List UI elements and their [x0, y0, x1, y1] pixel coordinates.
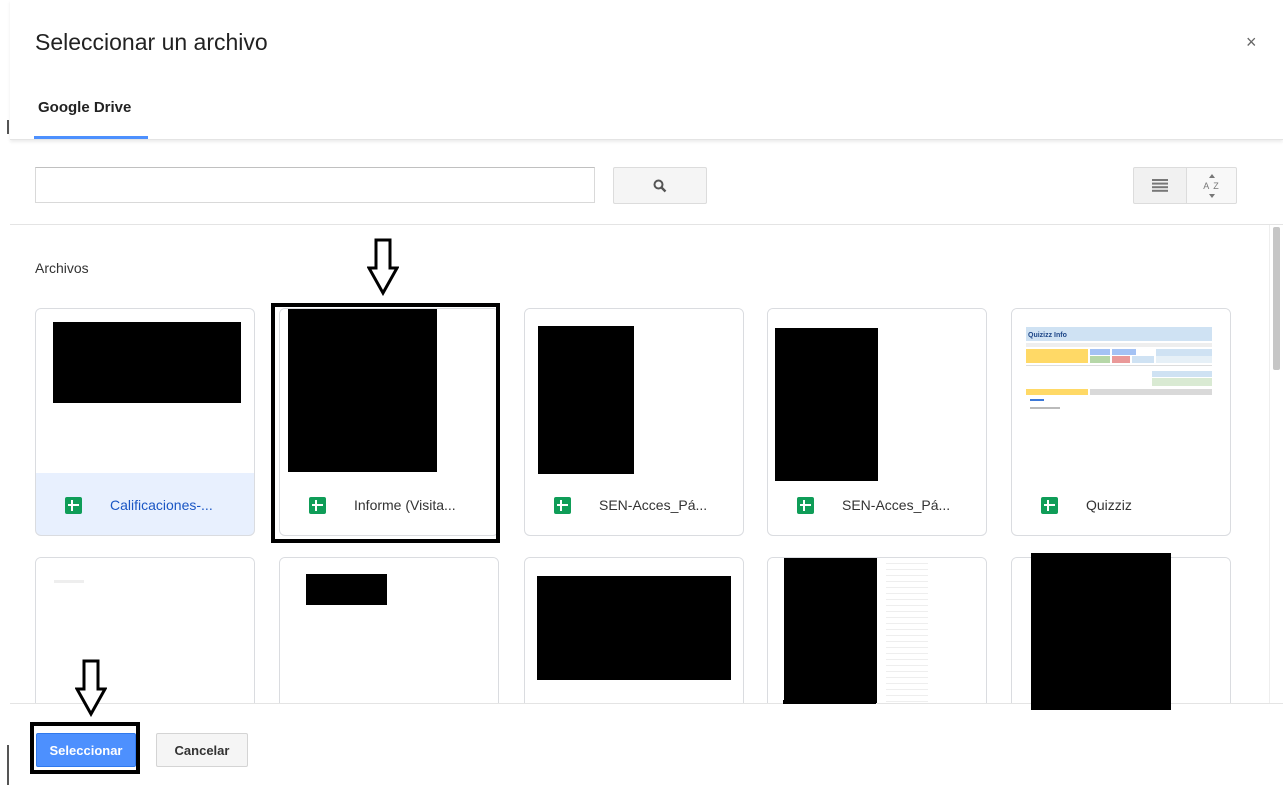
file-name: Informe (Visita... — [354, 497, 456, 513]
file-thumbnail — [525, 309, 743, 474]
redacted-thumbnail — [537, 576, 731, 680]
search-button[interactable] — [613, 167, 707, 204]
file-card[interactable]: Calificaciones-... — [35, 308, 255, 536]
file-card[interactable]: SEN-Acces_Pá... — [767, 308, 987, 536]
edge-mark — [7, 745, 9, 785]
file-name: SEN-Acces_Pá... — [599, 497, 708, 513]
file-card[interactable] — [524, 557, 744, 703]
redacted-thumbnail — [1031, 553, 1171, 710]
sort-button[interactable]: A Z — [1187, 167, 1237, 204]
file-card[interactable]: SEN-Acces_Pá... — [524, 308, 744, 536]
list-view-icon — [1152, 179, 1168, 192]
thumbnail-line — [54, 580, 84, 583]
file-picker-dialog: Seleccionar un archivo × Google Drive A … — [10, 0, 1283, 795]
search-icon — [653, 179, 667, 192]
file-thumbnail — [280, 309, 498, 473]
redacted-thumbnail — [784, 558, 877, 703]
tab-google-drive[interactable]: Google Drive — [38, 99, 131, 116]
file-card[interactable]: Informe (Visita... — [279, 308, 499, 536]
file-card[interactable] — [767, 557, 987, 703]
redacted-thumbnail — [288, 309, 437, 472]
file-card-footer: SEN-Acces_Pá... — [525, 473, 743, 535]
spreadsheet-preview: Quizizz Info — [1026, 327, 1212, 409]
sheets-icon — [1041, 496, 1058, 514]
file-name: Calificaciones-... — [110, 497, 213, 513]
scrollbar[interactable] — [1269, 225, 1283, 703]
file-thumbnail — [36, 558, 254, 703]
search-input[interactable] — [35, 167, 595, 203]
section-title: Archivos — [35, 260, 89, 276]
close-icon[interactable]: × — [1246, 32, 1257, 53]
cancel-button[interactable]: Cancelar — [156, 733, 248, 767]
file-thumbnail — [768, 558, 986, 703]
dialog-footer: Seleccionar Cancelar — [10, 703, 1283, 795]
file-name: SEN-Acces_Pá... — [842, 497, 951, 513]
file-thumbnail — [36, 309, 254, 473]
sort-az-label: A Z — [1203, 180, 1220, 191]
sheets-icon — [797, 496, 814, 514]
redacted-thumbnail — [783, 700, 876, 704]
redacted-thumbnail — [775, 328, 878, 481]
preview-heading: Quizizz Info — [1028, 332, 1067, 339]
file-card[interactable] — [35, 557, 255, 703]
redacted-thumbnail — [306, 574, 387, 605]
thumbnail-lines — [886, 558, 928, 703]
active-tab-indicator — [34, 136, 148, 139]
file-card-footer: Informe (Visita... — [280, 473, 498, 535]
sheets-icon — [554, 496, 571, 514]
redacted-thumbnail — [53, 322, 241, 403]
edge-mark — [7, 120, 9, 134]
select-button[interactable]: Seleccionar — [36, 733, 136, 767]
sheets-icon — [309, 496, 326, 514]
file-thumbnail — [525, 558, 743, 703]
dialog-header: Seleccionar un archivo × Google Drive — [10, 0, 1283, 140]
list-view-button[interactable] — [1133, 167, 1187, 204]
file-card-footer: Calificaciones-... — [36, 473, 254, 535]
file-card[interactable]: Quizizz Info Quizziz — [1011, 308, 1231, 536]
file-thumbnail — [280, 558, 498, 703]
file-card-footer: Quizziz — [1012, 473, 1230, 535]
dialog-title: Seleccionar un archivo — [35, 29, 268, 55]
sheets-icon — [65, 496, 82, 514]
file-card-footer: SEN-Acces_Pá... — [768, 473, 986, 535]
file-card[interactable] — [279, 557, 499, 703]
scrollbar-thumb[interactable] — [1273, 227, 1280, 370]
file-name: Quizziz — [1086, 497, 1132, 513]
redacted-thumbnail — [538, 326, 634, 474]
file-thumbnail: Quizizz Info — [1012, 309, 1230, 473]
file-thumbnail — [768, 309, 986, 481]
